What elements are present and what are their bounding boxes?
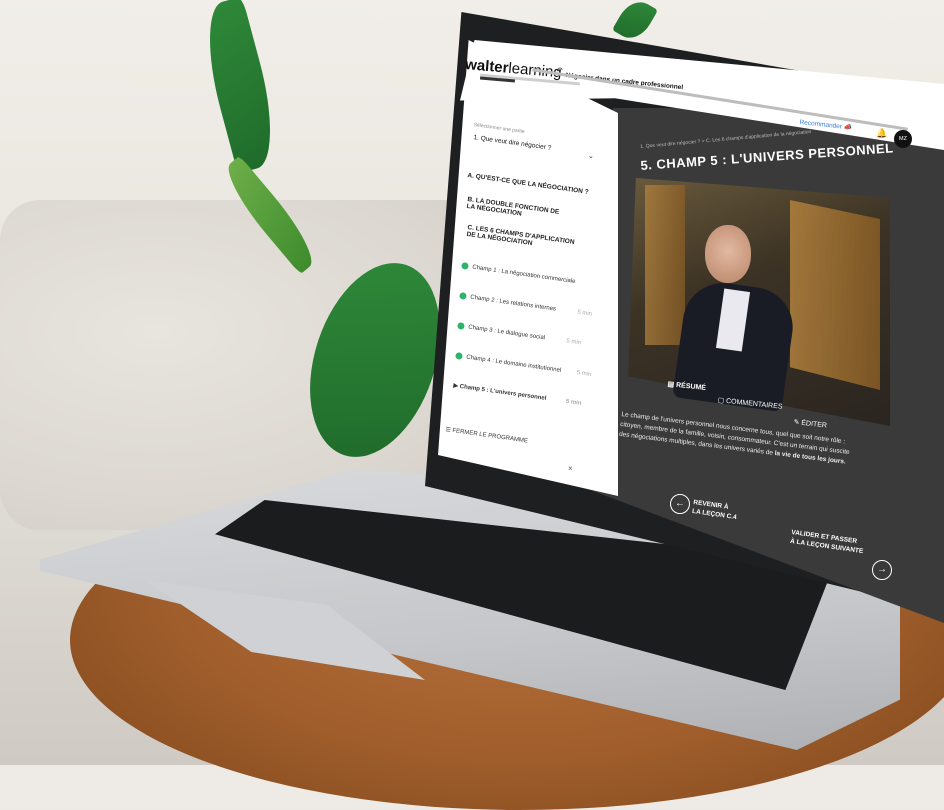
completed-check-icon <box>455 352 463 360</box>
video-bookshelf <box>790 200 880 390</box>
arrow-left-icon[interactable]: ← <box>670 494 690 514</box>
document-icon: ▤ <box>667 380 675 389</box>
arrow-right-icon[interactable]: → <box>872 560 892 580</box>
play-icon: ▶ <box>453 382 459 390</box>
completed-check-icon <box>461 262 469 270</box>
megaphone-icon: 📣 <box>843 123 853 132</box>
close-icon[interactable]: × <box>568 464 573 473</box>
pencil-icon: ✎ <box>793 418 800 427</box>
video-bookshelf <box>645 185 685 345</box>
menu-icon: ☰ <box>445 426 452 434</box>
bell-icon[interactable]: 🔔 <box>876 128 887 139</box>
completed-check-icon <box>459 292 467 300</box>
completed-check-icon <box>457 322 465 330</box>
video-presenter-head <box>705 225 751 283</box>
comment-icon: ▢ <box>717 396 725 405</box>
chevron-down-icon[interactable]: ⌄ <box>588 152 594 160</box>
avatar[interactable]: MZ <box>894 130 912 148</box>
